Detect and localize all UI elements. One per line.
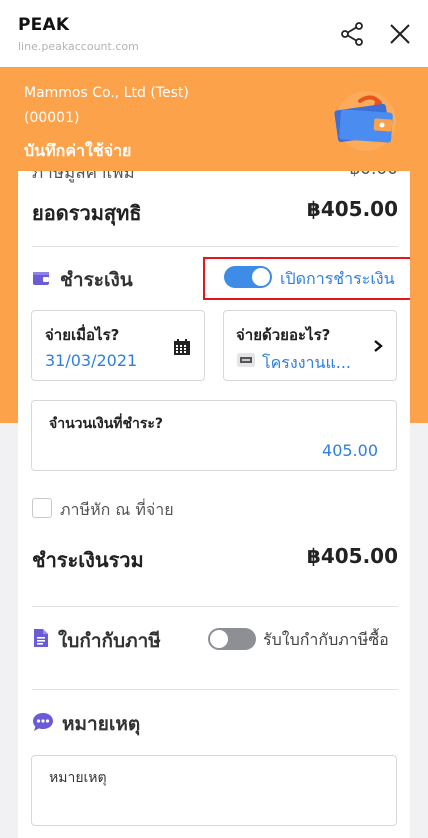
pay-method-label: จ่ายด้วยอะไร? [236,326,331,344]
page-url: line.peakaccount.com [18,40,139,53]
chat-icon [33,713,53,731]
company-info: Mammos Co., Ltd (Test) (00001) [24,81,189,131]
payment-amount-label: จำนวนเงินที่ชำระ? [49,416,164,432]
note-textarea[interactable]: หมายเหตุ [31,755,397,826]
document-icon [34,629,48,647]
payment-toggle-label[interactable]: เปิดการชำระเงิน [280,267,395,292]
app-title: PEAK [18,15,70,35]
expense-form-card: ภาษีมูลค่าเพิ่ม ฿0.00 ยอดรวมสุทธิ ฿405.0… [18,171,410,838]
paid-total-label: ชำระเงินรวม [32,548,144,572]
wallet-icon [33,272,49,285]
pay-date-value: 31/03/2021 [45,351,138,370]
payment-section-label: ชำระเงิน [60,269,133,291]
tax-invoice-toggle[interactable] [208,628,256,650]
bank-icon [237,353,255,367]
company-name: Mammos Co., Ltd (Test) [24,85,189,101]
payment-amount-value: 405.00 [322,441,378,460]
payment-amount-field[interactable]: จำนวนเงินที่ชำระ? 405.00 [31,400,397,471]
tax-invoice-toggle-label[interactable]: รับใบกำกับภาษีซื้อ [263,628,389,653]
close-icon[interactable] [386,20,414,48]
tax-invoice-section-label: ใบกำกับภาษี [58,630,161,652]
company-code: (00001) [24,110,80,126]
net-total-value: ฿405.00 [306,197,398,221]
net-total-label: ยอดรวมสุทธิ [32,201,142,225]
vat-row: ภาษีมูลค่าเพิ่ม ฿0.00 [32,171,398,183]
page-heading: บันทึกค่าใช้จ่าย [24,141,132,160]
vat-value: ฿0.00 [349,171,398,179]
withholding-tax-label[interactable]: ภาษีหัก ณ ที่จ่าย [60,498,174,523]
chevron-right-icon [374,340,383,352]
divider [32,689,398,690]
divider [32,246,398,247]
toggle-knob [252,268,270,286]
wallet-illustration-icon [334,91,396,151]
note-section-label: หมายเหตุ [62,713,141,735]
toggle-knob [210,630,228,648]
withholding-tax-checkbox[interactable] [32,498,52,518]
share-icon[interactable] [338,20,366,48]
payment-toggle[interactable] [224,266,272,288]
paid-total-row: ชำระเงินรวม ฿405.00 [32,544,398,576]
pay-method-value: โครงงานแ... [262,353,352,372]
net-total-row: ยอดรวมสุทธิ ฿405.00 [32,197,398,229]
pay-method-field[interactable]: จ่ายด้วยอะไร? โครงงานแ... [223,310,397,381]
vat-label: ภาษีมูลค่าเพิ่ม [32,171,135,183]
note-field-label: หมายเหตุ [49,770,107,786]
calendar-icon[interactable] [173,338,191,356]
pay-date-field[interactable]: จ่ายเมื่อไร? 31/03/2021 [31,310,205,381]
divider [32,606,398,607]
paid-total-value: ฿405.00 [306,544,398,568]
top-bar: PEAK line.peakaccount.com [0,0,428,67]
pay-date-label: จ่ายเมื่อไร? [45,326,120,344]
